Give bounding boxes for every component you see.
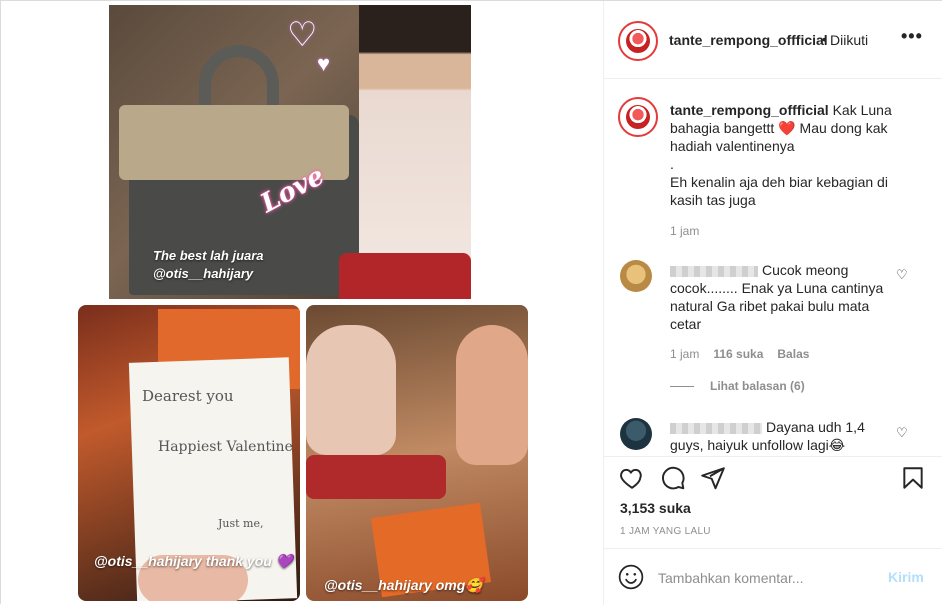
photo-caption: @otis__hahijary thank you 💜 (94, 553, 294, 569)
post-dialog: ♡ ♥ Love The best lah juara @otis__hahij… (0, 0, 942, 605)
comment-2-text-block: Dayana udh 1,4 guys, haiyuk unfollow lag… (670, 418, 894, 454)
avatar[interactable] (618, 21, 658, 61)
comment-input[interactable] (658, 567, 878, 589)
post-sidebar: tante_rempong_offficial • Diikuti ••• ta… (604, 1, 942, 605)
person-right (456, 325, 528, 465)
chair (339, 253, 471, 299)
comment-meta: 1 jam 116 suka Balas (670, 347, 809, 361)
heart-sticker-icon: ♡ (287, 16, 318, 54)
post-comment-button[interactable]: Kirim (888, 569, 924, 585)
follow-status[interactable]: Diikuti (830, 32, 868, 48)
comment-like-heart-icon[interactable]: ♡ (896, 267, 910, 282)
avatar[interactable] (620, 260, 652, 292)
card-line-2: Happiest Valentine (158, 439, 293, 455)
comment-likes[interactable]: 116 suka (713, 347, 763, 361)
reply-button[interactable]: Balas (777, 347, 809, 361)
blurred-username (670, 265, 758, 277)
caption-time[interactable]: 1 jam (670, 224, 699, 238)
heart-sticker-small-icon: ♥ (317, 51, 331, 76)
photo-selfie: @otis__hahijary omg🥰 (306, 305, 528, 601)
header-username[interactable]: tante_rempong_offficial (669, 32, 828, 48)
photo-caption-line-2: @otis__hahijary (153, 266, 254, 281)
post-date[interactable]: 1 JAM YANG LALU (620, 526, 711, 537)
photo-caption-line-1: The best lah juara (153, 248, 264, 263)
like-heart-icon[interactable] (619, 465, 645, 491)
view-replies-button[interactable]: Lihat balasan (6) (670, 379, 805, 393)
caption: tante_rempong_offficial Kak Luna bahagia… (670, 101, 900, 209)
comment-like-heart-icon[interactable]: ♡ (896, 425, 910, 440)
separator-dot: • (822, 31, 827, 47)
comments-list[interactable]: tante_rempong_offficial Kak Luna bahagia… (604, 80, 942, 456)
avatar[interactable] (618, 97, 658, 137)
post-header: tante_rempong_offficial • Diikuti ••• (604, 1, 942, 79)
action-bar: 3,153 suka 1 JAM YANG LALU (604, 456, 942, 556)
photo-bag: ♡ ♥ Love The best lah juara @otis__hahij… (109, 5, 471, 299)
card-line-1: Dearest you (142, 387, 234, 405)
person-left (306, 325, 396, 455)
emoji-icon[interactable] (618, 564, 644, 590)
person-right (359, 5, 471, 265)
more-horizontal-icon[interactable]: ••• (901, 26, 923, 47)
comment-icon[interactable] (660, 465, 686, 491)
photo-card: Dearest you Happiest Valentine Just me, … (78, 305, 300, 601)
heart-emoji-icon: ❤️ (778, 120, 796, 136)
save-bookmark-icon[interactable] (900, 465, 926, 491)
avatar[interactable] (620, 418, 652, 450)
comment-1-text-block: Cucok meong cocok........ Enak ya Luna c… (670, 261, 894, 333)
comment-time[interactable]: 1 jam (670, 347, 699, 361)
card-line-3: Just me, (218, 517, 264, 530)
caption-username[interactable]: tante_rempong_offficial (670, 102, 829, 118)
likes-count[interactable]: 3,153 suka (620, 500, 691, 516)
blurred-username (670, 422, 762, 434)
photo-caption: @otis__hahijary omg🥰 (324, 577, 483, 593)
post-media[interactable]: ♡ ♥ Love The best lah juara @otis__hahij… (1, 1, 604, 605)
chair (306, 455, 446, 499)
add-comment-bar: Kirim (604, 548, 942, 605)
share-paper-plane-icon[interactable] (700, 465, 726, 491)
